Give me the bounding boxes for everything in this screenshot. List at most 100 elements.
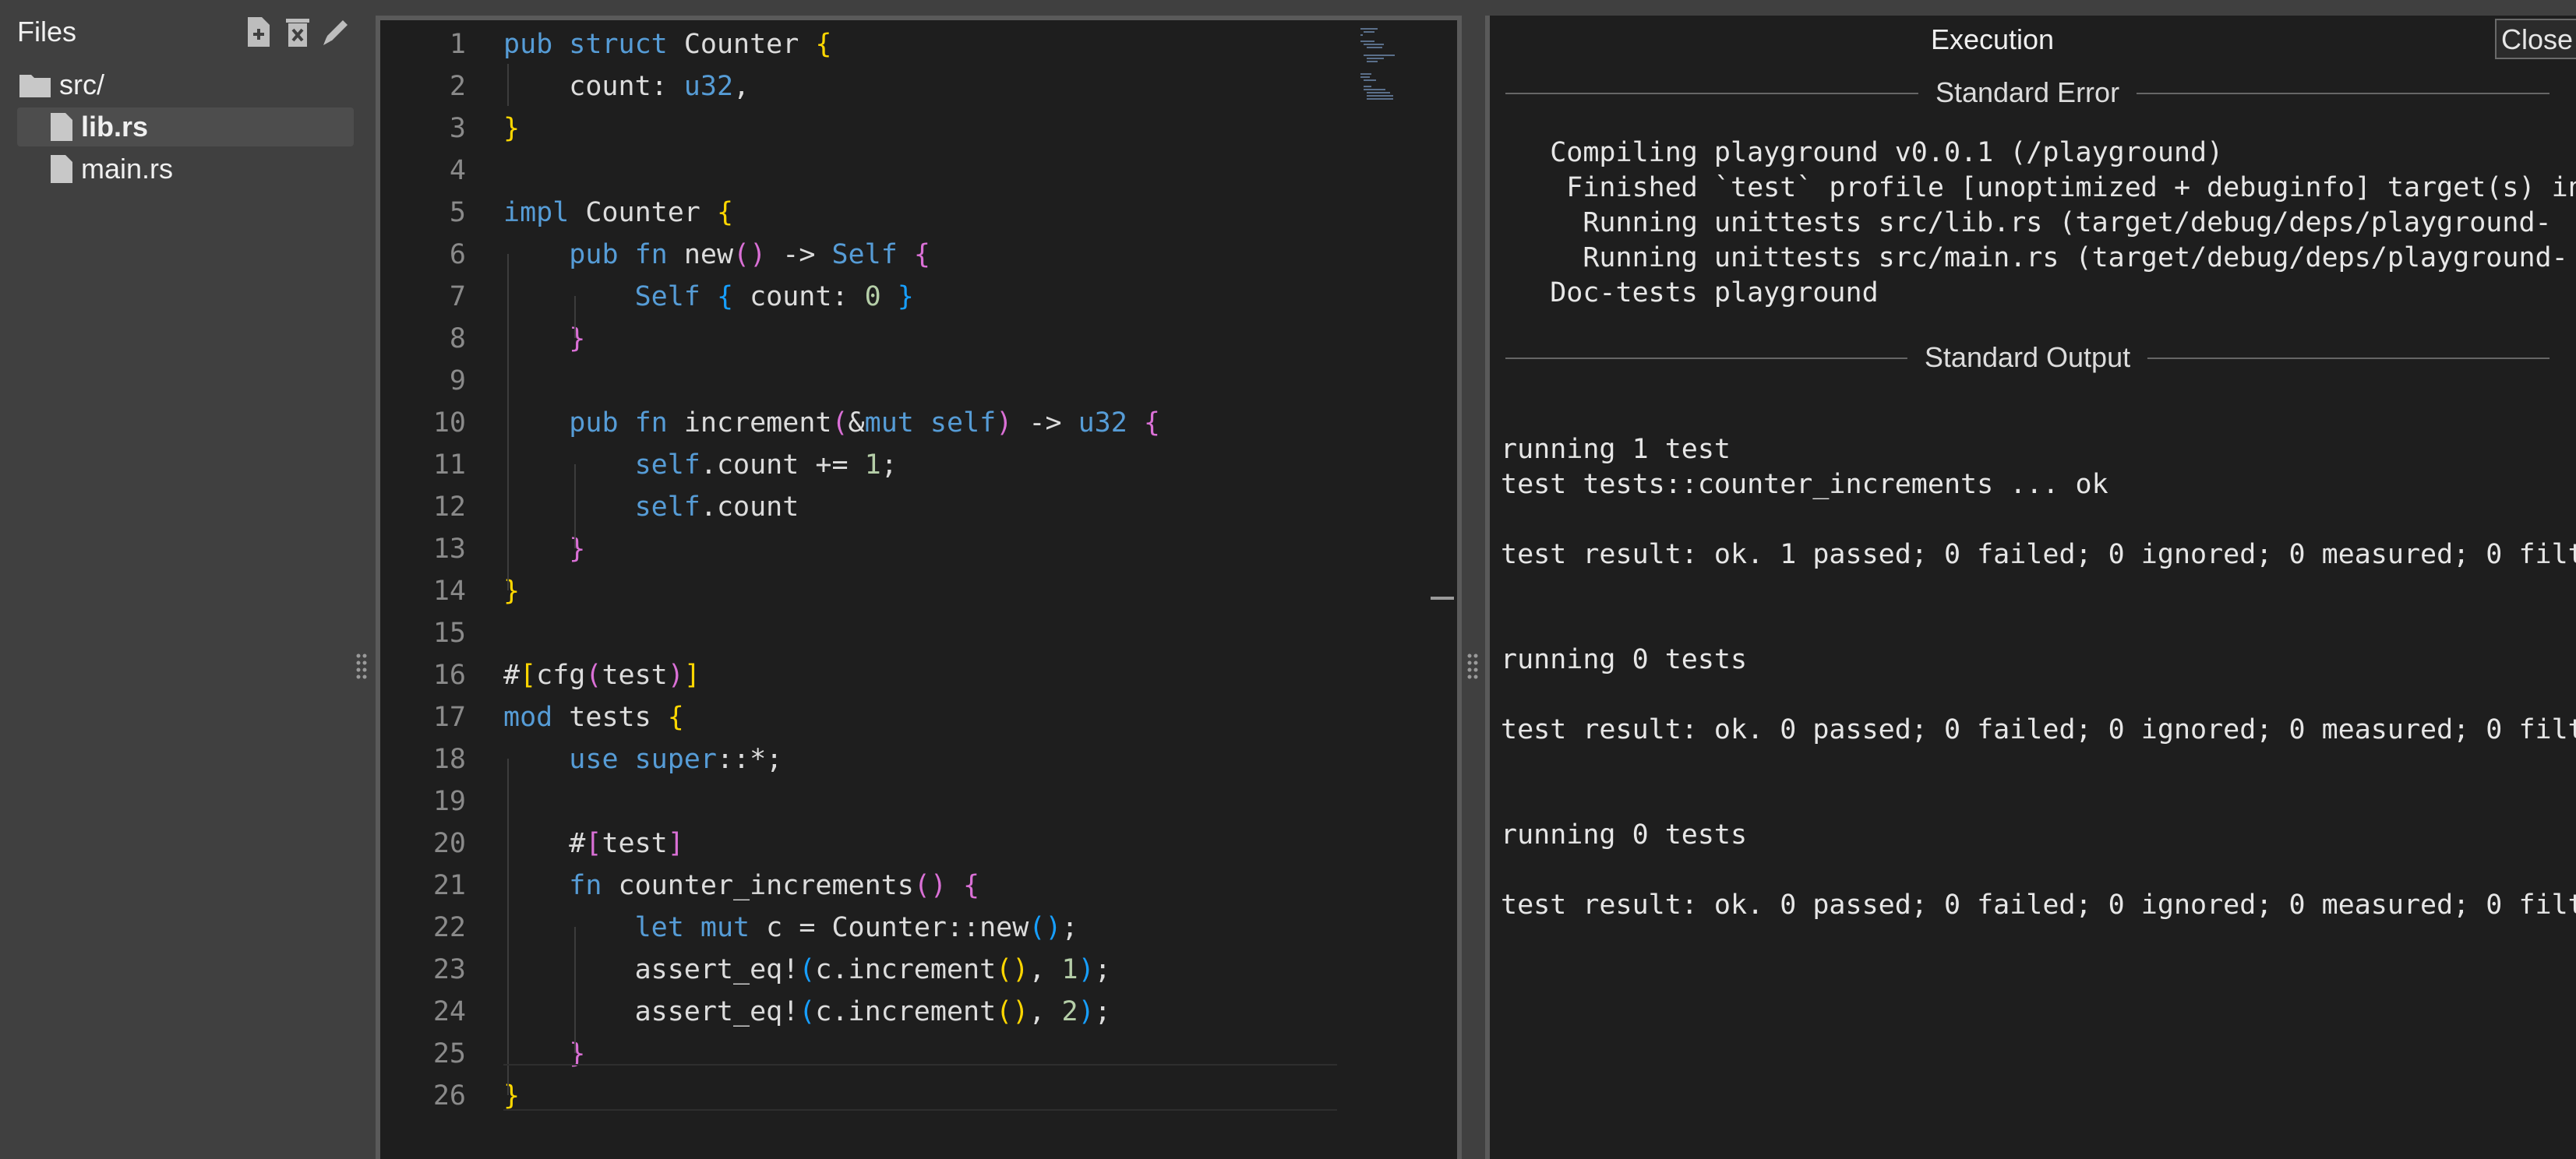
code-token: ( [799,954,816,985]
delete-file-icon[interactable] [282,16,313,48]
code-line[interactable]: 13 } [380,528,1354,570]
code-line[interactable]: 14} [380,570,1354,612]
code-line[interactable]: 11 self.count += 1; [380,444,1354,486]
close-button[interactable]: Close [2495,19,2576,59]
indent-guide [507,759,509,1095]
code-token: 0 [864,281,881,312]
execution-panel: Execution Close Standard Error Compiling… [1485,16,2576,1159]
tree-folder-src[interactable]: src/ [19,65,354,104]
code-token: [ [585,828,602,859]
indent-guide [507,64,509,106]
code-line[interactable]: 7 Self { count: 0 } [380,276,1354,318]
code-token: 1 [864,449,881,481]
line-number: 16 [432,660,466,691]
line-content: fn counter_increments() { [503,865,979,907]
code-token: # [503,660,520,691]
code-token: .count [700,491,799,523]
tree-file-lib-rs[interactable]: lib.rs [17,107,354,146]
code-line[interactable]: 1 pub struct Counter { [380,23,1354,65]
code-token: ) [667,660,684,691]
line-number: 20 [432,828,466,859]
code-line[interactable]: 2 count: u32, [380,65,1354,107]
code-token: & [848,407,865,439]
standard-error-header: Standard Error [1505,73,2550,112]
code-token: () [996,954,1029,985]
code-line[interactable]: 18 use super::*; [380,738,1354,780]
code-line[interactable]: 23 assert_eq!(c.increment(), 1); [380,949,1354,991]
code-token: () [733,239,767,270]
code-line[interactable]: 16 #[cfg(test)] [380,654,1354,696]
line-number: 13 [432,534,466,565]
sidebar-resize-handle[interactable] [355,651,368,682]
code-token: Self [634,281,717,312]
tree-file-main-rs[interactable]: main.rs [17,150,354,188]
code-token: } [503,576,520,607]
indent-guide [507,254,509,590]
indent-guide [574,296,576,338]
code-token: let [634,912,700,943]
code-line[interactable]: 19 [380,780,1354,823]
line-content: mod tests { [503,696,684,738]
line-number: 15 [432,618,466,649]
code-line[interactable]: 5 impl Counter { [380,192,1354,234]
code-token: 1 [1061,954,1078,985]
code-line[interactable]: 24 assert_eq!(c.increment(), 2); [380,991,1354,1033]
code-line[interactable]: 21 fn counter_increments() { [380,865,1354,907]
code-token: () [996,996,1029,1027]
code-token: -> [1012,407,1078,439]
code-line[interactable]: 15 [380,612,1354,654]
code-token: ) [1078,954,1095,985]
line-content: } [503,528,585,570]
code-token: ] [667,828,684,859]
standard-output-label: Standard Output [1907,338,2148,377]
code-token: fn [569,870,619,901]
code-token: test [602,660,668,691]
line-number: 3 [449,113,466,144]
output-line: running 0 tests [1501,644,1748,675]
editor-resize-handle[interactable] [1466,651,1479,682]
code-line[interactable]: 22 let mut c = Counter::new(); [380,907,1354,949]
files-title: Files [17,16,77,48]
line-content: #[test] [503,823,684,865]
scrollbar-marker [1431,597,1454,600]
code-token: mod [503,702,570,733]
code-token: () [1029,912,1062,943]
code-token: # [503,828,586,859]
line-content: pub fn new() -> Self { [503,234,930,276]
code-token: pub [569,407,635,439]
code-token: ::*; [716,744,783,775]
code-line[interactable]: 17 mod tests { [380,696,1354,738]
line-content: pub struct Counter { [503,23,831,65]
line-content: assert_eq!(c.increment(), 1); [503,949,1111,991]
code-line[interactable]: 20 #[test] [380,823,1354,865]
code-line[interactable]: 8 } [380,318,1354,360]
line-number: 19 [432,786,466,817]
standard-error-label: Standard Error [1918,73,2137,112]
file-icon [51,155,72,183]
line-number: 24 [432,996,466,1027]
code-line[interactable]: 9 [380,360,1354,402]
output-line: test tests::counter_increments ... ok [1501,469,2108,500]
code-token: [ [520,660,537,691]
code-line[interactable]: 6 pub fn new() -> Self { [380,234,1354,276]
rename-icon[interactable] [319,16,351,48]
code-token: ) [996,407,1013,439]
minimap[interactable] [1360,26,1431,120]
code-editor[interactable]: 1 pub struct Counter {2 count: u32, 3} 4 5 im… [376,16,1462,1159]
code-line[interactable]: 10 pub fn increment(&mut self) -> u32 { [380,402,1354,444]
line-number: 4 [449,155,466,186]
code-token: assert_eq! [503,954,799,985]
code-token: self [634,449,700,481]
code-line[interactable]: 3} [380,107,1354,150]
code-line[interactable]: 4 [380,150,1354,192]
code-line[interactable]: 12 self.count [380,486,1354,528]
output-line: running 1 test [1501,434,1731,465]
line-content: self.count [503,486,799,528]
new-file-icon[interactable] [243,16,274,48]
line-content: let mut c = Counter::new(); [503,907,1078,949]
code-token: , [1029,954,1062,985]
